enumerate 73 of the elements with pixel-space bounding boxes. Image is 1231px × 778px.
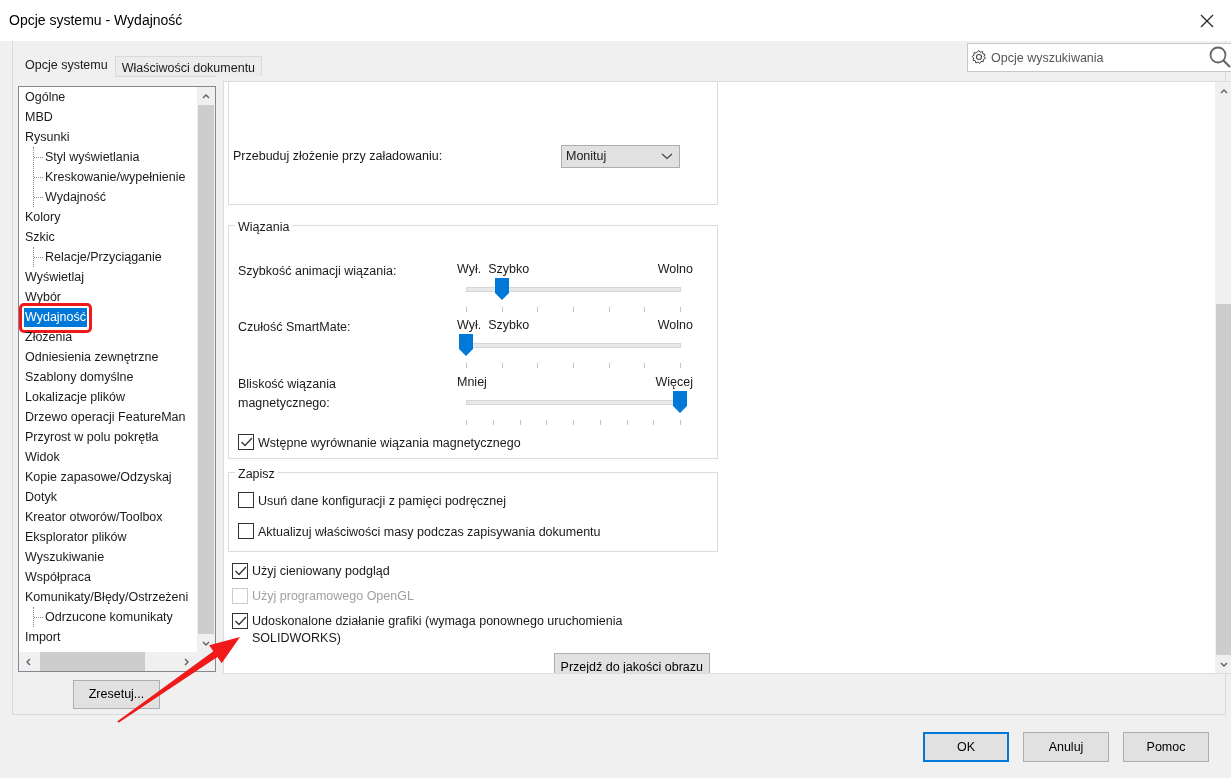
tree-item[interactable]: Wyszukiwanie <box>24 548 106 567</box>
checkbox[interactable] <box>238 522 254 539</box>
scale-label: Wolno <box>657 317 693 333</box>
scale-label: Wył. <box>457 317 482 333</box>
scrollbar[interactable] <box>197 87 215 652</box>
tree-item[interactable]: Ogólne <box>24 88 67 107</box>
tree-item[interactable]: Złożenia <box>24 328 74 347</box>
tree-item[interactable]: Eksplorator plików <box>24 528 128 547</box>
window-title: Opcje systemu - Wydajność <box>9 11 183 30</box>
slider-thumb[interactable] <box>495 278 510 300</box>
gear-icon <box>971 49 987 65</box>
tree-item[interactable]: Wyświetlaj <box>24 268 85 287</box>
checkbox[interactable] <box>232 563 248 579</box>
caret-icon <box>661 153 673 160</box>
check-icon <box>233 615 247 627</box>
tree-item[interactable]: Wydajność <box>44 187 108 207</box>
checkbox-label: Użyj cieniowany podgląd <box>252 563 390 580</box>
tree-item[interactable]: Kolory <box>24 208 62 227</box>
checkbox-label: Użyj programowego OpenGL <box>252 588 414 605</box>
checkbox[interactable] <box>232 613 248 629</box>
checkbox[interactable] <box>238 492 254 508</box>
image-quality-button[interactable]: Przejdź do jakości obrazu <box>553 653 710 673</box>
scale-label: Wolno <box>657 261 693 277</box>
scrollbar[interactable] <box>19 652 215 671</box>
scale-label: Więcej <box>655 374 693 390</box>
tree-item[interactable]: Wybór <box>24 288 62 307</box>
tree-item[interactable]: Kreskowanie/wypełnienie <box>44 167 187 187</box>
slider-label: Bliskość wiązania magnetycznego: <box>238 376 337 412</box>
scale-label: Szybko <box>488 261 530 277</box>
tree-item[interactable]: Wydajność <box>24 308 88 327</box>
scale-label: Szybko <box>488 317 530 333</box>
tree-item[interactable]: Odniesienia zewnętrzne <box>24 348 160 367</box>
tree-item[interactable]: Styl wyświetlania <box>44 147 141 167</box>
slider-thumb[interactable] <box>459 334 473 356</box>
checkbox-label: Usuń dane konfiguracji z pamięci podręcznej <box>258 493 507 510</box>
tree-item[interactable]: Kreator otworów/Toolbox <box>24 508 164 527</box>
tree-item[interactable]: Kopie zapasowe/Odzyskaj <box>24 468 173 487</box>
dialog-button[interactable]: Pomoc <box>1123 732 1209 762</box>
search-field[interactable]: Opcje wyszukiwania <box>967 43 1231 72</box>
tree-item[interactable]: Szablony domyślne <box>24 368 135 387</box>
tree-item[interactable]: Odrzucone komunikaty <box>44 607 174 627</box>
dropdown[interactable]: Monituj <box>561 145 680 168</box>
checkbox-label: Udoskonalone działanie grafiki (wymaga ponownego uruchomienia SOLIDWORKS) <box>252 613 624 647</box>
tree-item[interactable]: Import <box>24 628 62 647</box>
close-icon <box>1200 13 1214 28</box>
search-icon <box>1209 46 1231 68</box>
slider-thumb[interactable] <box>673 391 687 413</box>
tree-item[interactable]: Dotyk <box>24 488 58 507</box>
tree-item[interactable]: Lokalizacje plików <box>24 388 127 407</box>
tab[interactable]: Właściwości dokumentu <box>114 56 263 76</box>
tree-item[interactable]: Widok <box>24 448 61 467</box>
scale-label: Wył. <box>457 261 482 277</box>
tree-item[interactable]: Komunikaty/Błędy/Ostrzeżeni <box>24 588 190 607</box>
reset-button[interactable]: Zresetuj... <box>73 680 160 709</box>
tree-item[interactable]: Relacje/Przyciąganie <box>44 247 163 267</box>
field-label: Przebuduj złożenie przy załadowaniu: <box>233 148 443 166</box>
checkbox[interactable] <box>238 434 254 450</box>
check-icon <box>239 436 253 448</box>
checkbox-label: Wstępne wyrównanie wiązania magnetycznego <box>258 435 521 452</box>
slider-label: Szybkość animacji wiązania: <box>238 263 398 280</box>
slider-label: Czułość SmartMate: <box>238 319 352 336</box>
dialog-button[interactable]: OK <box>923 732 1009 762</box>
tree-item[interactable]: Szkic <box>24 228 56 247</box>
dialog-button[interactable]: Anuluj <box>1023 732 1109 762</box>
tree-item[interactable]: Przyrost w polu pokrętła <box>24 428 160 447</box>
check-icon <box>233 565 247 577</box>
scrollbar[interactable] <box>1215 82 1231 673</box>
checkbox-label: Aktualizuj właściwości masy podczas zapisywania dokumentu <box>258 523 601 541</box>
tree-item[interactable]: Drzewo operacji FeatureMan <box>24 408 187 427</box>
tree-item[interactable]: MBD <box>24 108 54 127</box>
tree-item[interactable]: Rysunki <box>24 128 71 147</box>
scale-label: Mniej <box>457 374 487 390</box>
tree-item[interactable]: Współpraca <box>24 568 92 587</box>
